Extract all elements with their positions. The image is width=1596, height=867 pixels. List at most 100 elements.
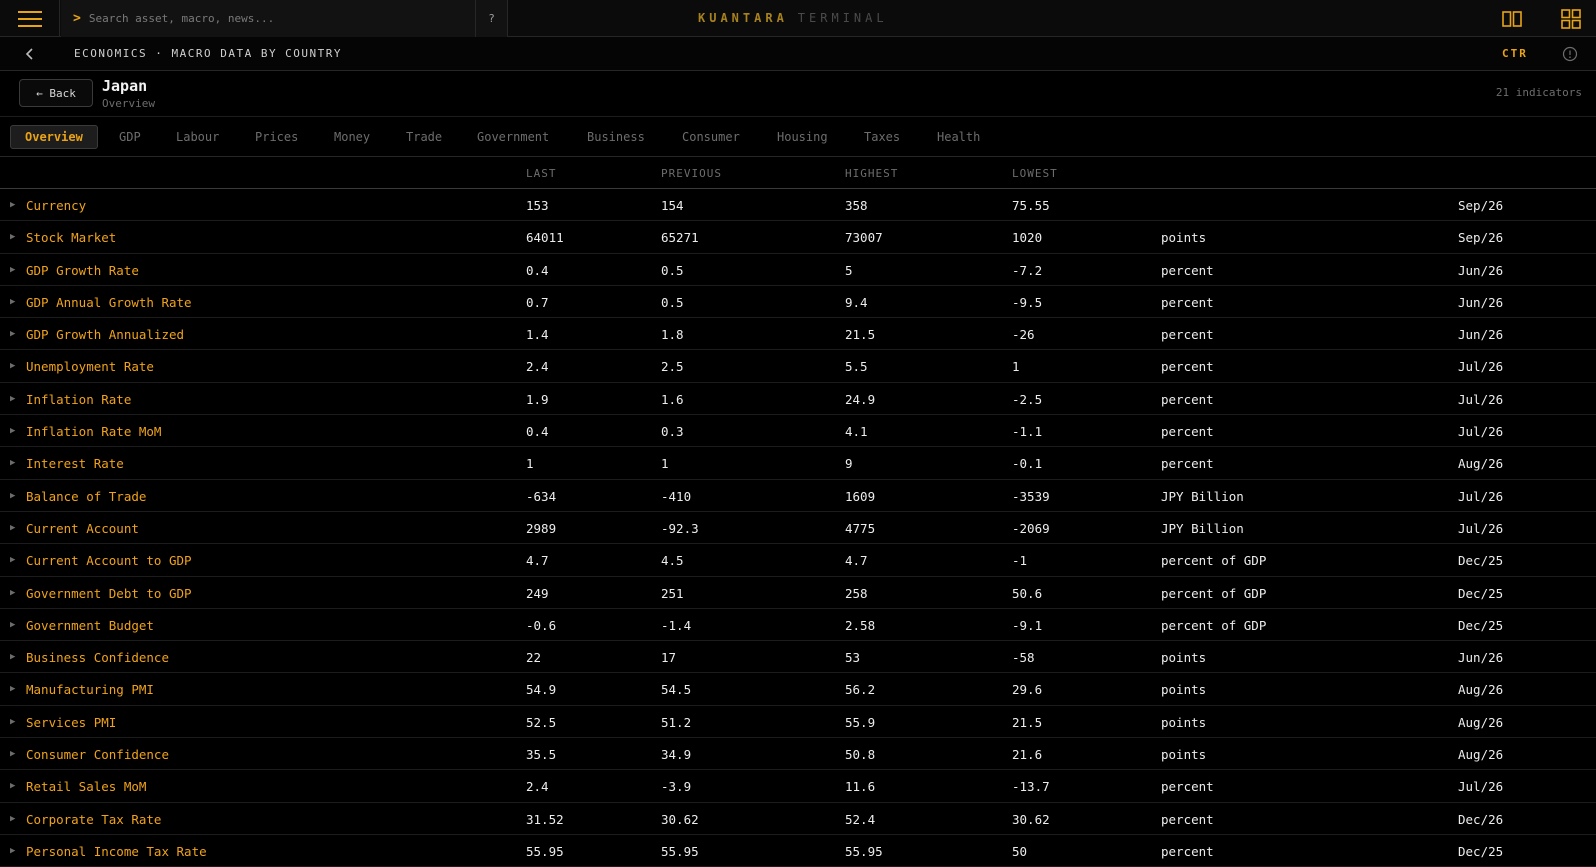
table-row[interactable]: ▶ Interest Rate 1 1 9 -0.1 percent Aug/2… bbox=[0, 447, 1596, 480]
back-chevron-button[interactable] bbox=[20, 44, 40, 64]
table-row[interactable]: ▶ Current Account 2989 -92.3 4775 -2069 … bbox=[0, 512, 1596, 545]
table-row[interactable]: ▶ Stock Market 64011 65271 73007 1020 po… bbox=[0, 221, 1596, 254]
table-row[interactable]: ▶ Government Budget -0.6 -1.4 2.58 -9.1 … bbox=[0, 609, 1596, 642]
table-row[interactable]: ▶ Corporate Tax Rate 31.52 30.62 52.4 30… bbox=[0, 803, 1596, 835]
cell-last: 2989 bbox=[526, 520, 557, 536]
tab-consumer[interactable]: Consumer bbox=[668, 125, 754, 149]
indicator-name[interactable]: Business Confidence bbox=[26, 650, 169, 665]
cell-highest: 52.4 bbox=[845, 811, 876, 827]
tab-overview[interactable]: Overview bbox=[10, 125, 98, 149]
expand-caret-icon[interactable]: ▶ bbox=[10, 523, 15, 533]
expand-caret-icon[interactable]: ▶ bbox=[10, 717, 15, 727]
expand-caret-icon[interactable]: ▶ bbox=[10, 232, 15, 242]
table-row[interactable]: ▶ GDP Growth Rate 0.4 0.5 5 -7.2 percent… bbox=[0, 254, 1596, 286]
table-row[interactable]: ▶ GDP Growth Annualized 1.4 1.8 21.5 -26… bbox=[0, 318, 1596, 351]
expand-caret-icon[interactable]: ▶ bbox=[10, 361, 15, 371]
indicator-name[interactable]: Interest Rate bbox=[26, 456, 124, 471]
menu-button[interactable] bbox=[0, 0, 60, 37]
expand-caret-icon[interactable]: ▶ bbox=[10, 329, 15, 339]
indicator-name[interactable]: Consumer Confidence bbox=[26, 747, 169, 762]
indicator-name[interactable]: Manufacturing PMI bbox=[26, 682, 154, 697]
cell-unit: percent bbox=[1161, 359, 1214, 375]
tab-trade[interactable]: Trade bbox=[392, 125, 456, 149]
section-bar: ECONOMICS · MACRO DATA BY COUNTRY CTR bbox=[0, 37, 1596, 71]
indicator-name[interactable]: GDP Growth Rate bbox=[26, 263, 139, 278]
help-button[interactable]: ? bbox=[476, 0, 508, 37]
expand-caret-icon[interactable]: ▶ bbox=[10, 652, 15, 662]
tab-prices[interactable]: Prices bbox=[241, 125, 312, 149]
indicator-name[interactable]: Retail Sales MoM bbox=[26, 779, 146, 794]
back-button[interactable]: ← Back bbox=[19, 79, 93, 107]
tab-labour[interactable]: Labour bbox=[162, 125, 233, 149]
expand-caret-icon[interactable]: ▶ bbox=[10, 588, 15, 598]
table-row[interactable]: ▶ Consumer Confidence 35.5 34.9 50.8 21.… bbox=[0, 738, 1596, 771]
table-row[interactable]: ▶ Manufacturing PMI 54.9 54.5 56.2 29.6 … bbox=[0, 673, 1596, 706]
table-row[interactable]: ▶ Current Account to GDP 4.7 4.5 4.7 -1 … bbox=[0, 544, 1596, 577]
expand-caret-icon[interactable]: ▶ bbox=[10, 200, 15, 210]
cell-last: 249 bbox=[526, 585, 549, 601]
cell-last: -634 bbox=[526, 488, 557, 504]
indicator-name[interactable]: Stock Market bbox=[26, 230, 116, 245]
expand-caret-icon[interactable]: ▶ bbox=[10, 620, 15, 630]
grid-view-button[interactable] bbox=[1551, 0, 1591, 37]
tab-health[interactable]: Health bbox=[923, 125, 994, 149]
cell-unit: percent bbox=[1161, 424, 1214, 440]
tab-gdp[interactable]: GDP bbox=[105, 125, 155, 149]
search-input[interactable] bbox=[88, 12, 449, 25]
table-row[interactable]: ▶ Inflation Rate MoM 0.4 0.3 4.1 -1.1 pe… bbox=[0, 415, 1596, 448]
indicator-name[interactable]: Current Account to GDP bbox=[26, 553, 192, 568]
expand-caret-icon[interactable]: ▶ bbox=[10, 749, 15, 759]
expand-caret-icon[interactable]: ▶ bbox=[10, 491, 15, 501]
table-row[interactable]: ▶ Personal Income Tax Rate 55.95 55.95 5… bbox=[0, 835, 1596, 867]
indicator-name[interactable]: GDP Growth Annualized bbox=[26, 327, 184, 342]
cell-lowest: 50.6 bbox=[1012, 585, 1043, 601]
indicator-name[interactable]: Inflation Rate bbox=[26, 392, 131, 407]
cell-date: Aug/26 bbox=[1458, 456, 1504, 472]
expand-caret-icon[interactable]: ▶ bbox=[10, 265, 15, 275]
tab-housing[interactable]: Housing bbox=[763, 125, 842, 149]
indicator-name[interactable]: Government Budget bbox=[26, 618, 154, 633]
indicator-name[interactable]: Inflation Rate MoM bbox=[26, 424, 161, 439]
search-box[interactable]: > bbox=[61, 0, 476, 37]
indicator-name[interactable]: Government Debt to GDP bbox=[26, 586, 192, 601]
table-row[interactable]: ▶ Inflation Rate 1.9 1.6 24.9 -2.5 perce… bbox=[0, 383, 1596, 416]
tab-business[interactable]: Business bbox=[573, 125, 659, 149]
info-icon[interactable] bbox=[1562, 46, 1578, 62]
table-row[interactable]: ▶ Business Confidence 22 17 53 -58 point… bbox=[0, 641, 1596, 674]
tab-government[interactable]: Government bbox=[463, 125, 563, 149]
expand-caret-icon[interactable]: ▶ bbox=[10, 814, 15, 824]
expand-caret-icon[interactable]: ▶ bbox=[10, 394, 15, 404]
indicator-name[interactable]: GDP Annual Growth Rate bbox=[26, 295, 192, 310]
indicator-name[interactable]: Currency bbox=[26, 198, 86, 213]
expand-caret-icon[interactable]: ▶ bbox=[10, 426, 15, 436]
indicator-name[interactable]: Services PMI bbox=[26, 715, 116, 730]
indicator-name[interactable]: Corporate Tax Rate bbox=[26, 812, 161, 827]
indicator-name[interactable]: Unemployment Rate bbox=[26, 359, 154, 374]
indicator-name[interactable]: Current Account bbox=[26, 521, 139, 536]
expand-caret-icon[interactable]: ▶ bbox=[10, 458, 15, 468]
tab-money[interactable]: Money bbox=[320, 125, 384, 149]
indicator-name[interactable]: Balance of Trade bbox=[26, 489, 146, 504]
cell-highest: 1609 bbox=[845, 488, 876, 504]
tab-taxes[interactable]: Taxes bbox=[850, 125, 914, 149]
table-row[interactable]: ▶ GDP Annual Growth Rate 0.7 0.5 9.4 -9.… bbox=[0, 286, 1596, 319]
table-row[interactable]: ▶ Services PMI 52.5 51.2 55.9 21.5 point… bbox=[0, 706, 1596, 739]
expand-caret-icon[interactable]: ▶ bbox=[10, 684, 15, 694]
split-view-button[interactable] bbox=[1492, 0, 1532, 37]
cell-lowest: 1020 bbox=[1012, 230, 1043, 246]
cell-unit: percent bbox=[1161, 779, 1214, 795]
table-row[interactable]: ▶ Balance of Trade -634 -410 1609 -3539 … bbox=[0, 480, 1596, 512]
expand-caret-icon[interactable]: ▶ bbox=[10, 781, 15, 791]
ctr-button[interactable]: CTR bbox=[1502, 47, 1528, 60]
table-row[interactable]: ▶ Unemployment Rate 2.4 2.5 5.5 1 percen… bbox=[0, 350, 1596, 383]
cell-previous: -410 bbox=[661, 488, 692, 504]
table-row[interactable]: ▶ Currency 153 154 358 75.55 Sep/26 bbox=[0, 189, 1596, 222]
indicator-name[interactable]: Personal Income Tax Rate bbox=[26, 844, 207, 859]
cell-date: Dec/25 bbox=[1458, 843, 1504, 859]
expand-caret-icon[interactable]: ▶ bbox=[10, 297, 15, 307]
table-row[interactable]: ▶ Retail Sales MoM 2.4 -3.9 11.6 -13.7 p… bbox=[0, 770, 1596, 803]
table-row[interactable]: ▶ Government Debt to GDP 249 251 258 50.… bbox=[0, 577, 1596, 609]
expand-caret-icon[interactable]: ▶ bbox=[10, 555, 15, 565]
expand-caret-icon[interactable]: ▶ bbox=[10, 846, 15, 856]
cell-unit: percent of GDP bbox=[1161, 617, 1267, 633]
